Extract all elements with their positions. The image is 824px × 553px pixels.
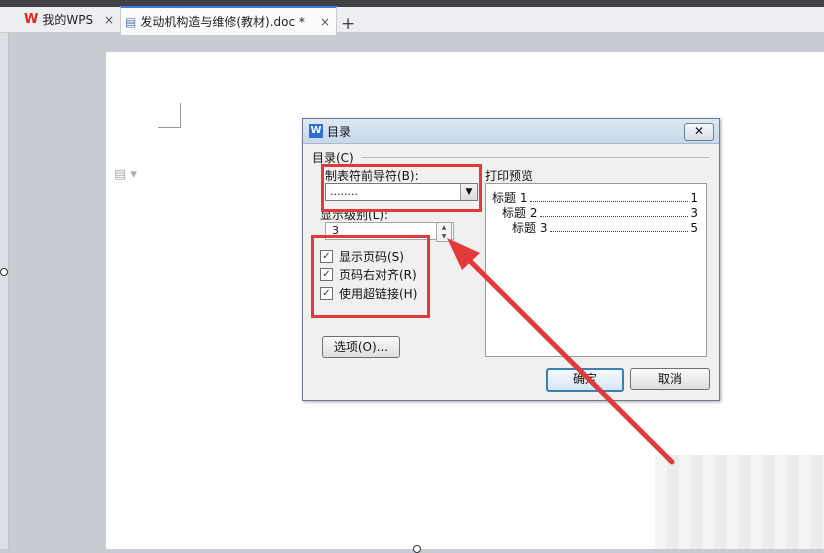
annotation-arrow (447, 238, 675, 465)
